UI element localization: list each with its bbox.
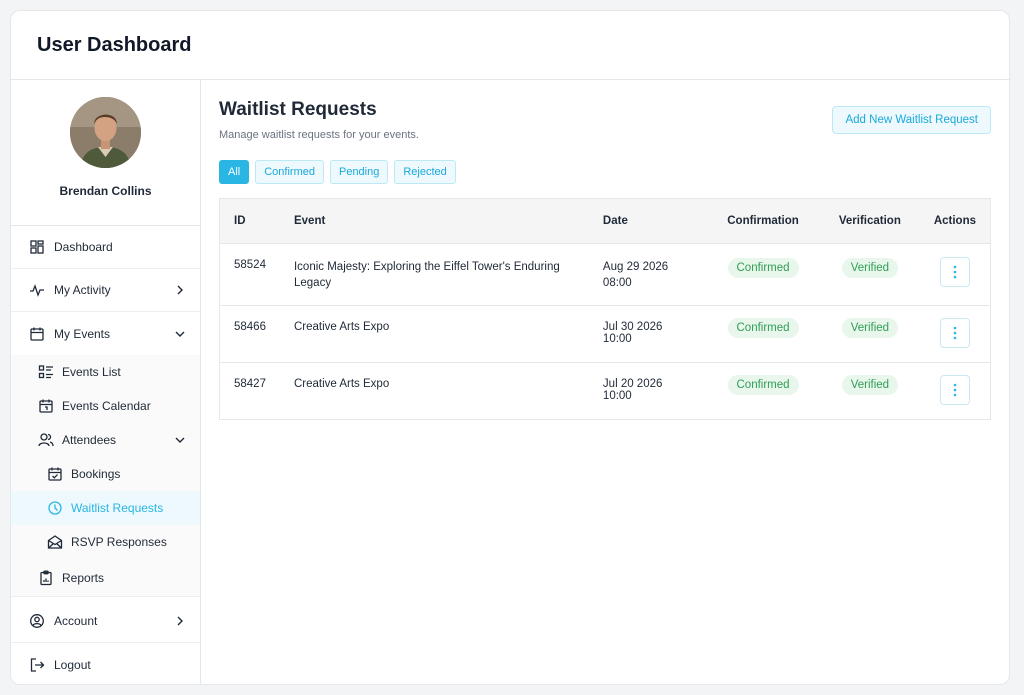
activity-pulse-icon bbox=[29, 282, 45, 298]
app-title: User Dashboard bbox=[37, 33, 192, 56]
sidebar-item-my-events[interactable]: My Events bbox=[11, 312, 200, 355]
calendar-check-icon bbox=[47, 466, 63, 482]
column-header-event[interactable]: Event bbox=[280, 199, 589, 243]
sidebar-item-label: My Activity bbox=[54, 283, 111, 297]
cell-verification: Verified bbox=[820, 362, 920, 419]
cell-actions bbox=[920, 243, 990, 305]
waitlist-table: ID Event Date Confirmation Verification … bbox=[219, 198, 991, 420]
sidebar: Brendan Collins Dashboard My Activity My… bbox=[11, 80, 201, 684]
top-bar: User Dashboard bbox=[11, 11, 1009, 80]
row-actions-button[interactable] bbox=[939, 317, 970, 348]
sidebar-item-dashboard[interactable]: Dashboard bbox=[11, 226, 200, 269]
my-events-submenu: Events List Events Calendar Attendees Bo… bbox=[11, 355, 200, 597]
cell-id: 58524 bbox=[234, 258, 266, 271]
user-circle-icon bbox=[29, 613, 45, 629]
sidebar-item-label: Waitlist Requests bbox=[71, 501, 164, 515]
clock-icon bbox=[47, 500, 63, 516]
filter-rejected[interactable]: Rejected bbox=[394, 160, 456, 184]
column-header-verification[interactable]: Verification bbox=[820, 199, 920, 243]
table-row[interactable]: 58524 Iconic Majesty: Exploring the Eiff… bbox=[220, 243, 990, 305]
filter-all[interactable]: All bbox=[219, 160, 250, 184]
sidebar-item-account[interactable]: Account bbox=[11, 600, 200, 643]
calendar-date-icon bbox=[38, 398, 54, 414]
confirmation-badge: Confirmed bbox=[727, 374, 799, 395]
sidebar-item-label: My Events bbox=[54, 326, 111, 341]
table-row[interactable]: 58466 Creative Arts Expo Jul 30 2026 10:… bbox=[220, 305, 990, 362]
sidebar-item-label: Reports bbox=[62, 570, 105, 585]
sidebar-item-label: RSVP Responses bbox=[71, 535, 167, 549]
cell-event: Creative Arts Expo bbox=[293, 320, 390, 333]
confirmation-badge: Confirmed bbox=[727, 317, 799, 338]
sidebar-item-events-calendar[interactable]: Events Calendar bbox=[11, 389, 200, 423]
sidebar-item-label: Events List bbox=[62, 365, 121, 379]
more-vertical-icon bbox=[953, 265, 957, 278]
sidebar-item-my-activity[interactable]: My Activity bbox=[11, 269, 200, 312]
chevron-right-icon bbox=[174, 284, 186, 296]
cell-confirmation: Confirmed bbox=[706, 305, 820, 362]
table-row[interactable]: 58427 Creative Arts Expo Jul 20 2026 10:… bbox=[220, 362, 990, 419]
sidebar-item-label: Logout bbox=[54, 657, 91, 672]
add-waitlist-request-button[interactable]: Add New Waitlist Request bbox=[832, 106, 991, 134]
app-body: Brendan Collins Dashboard My Activity My… bbox=[11, 80, 1009, 684]
sidebar-item-label: Bookings bbox=[71, 467, 121, 481]
list-icon bbox=[38, 364, 54, 380]
confirmation-badge: Confirmed bbox=[727, 257, 799, 278]
cell-confirmation: Confirmed bbox=[706, 362, 820, 419]
column-header-confirmation[interactable]: Confirmation bbox=[706, 199, 820, 243]
sidebar-item-rsvp-responses[interactable]: RSVP Responses bbox=[11, 525, 200, 559]
users-icon bbox=[38, 432, 54, 448]
logout-icon bbox=[29, 657, 45, 673]
filter-tabs: All Confirmed Pending Rejected bbox=[219, 160, 991, 184]
sidebar-item-label: Attendees bbox=[62, 433, 117, 447]
clipboard-report-icon bbox=[38, 570, 54, 586]
sidebar-item-logout[interactable]: Logout bbox=[11, 643, 200, 684]
row-actions-button[interactable] bbox=[939, 374, 970, 405]
sidebar-item-label: Account bbox=[54, 614, 98, 628]
sidebar-item-label: Events Calendar bbox=[62, 399, 151, 413]
row-actions-button[interactable] bbox=[939, 256, 970, 287]
main-content: Waitlist Requests Manage waitlist reques… bbox=[201, 80, 1009, 684]
verification-badge: Verified bbox=[841, 317, 899, 338]
sidebar-item-waitlist-requests[interactable]: Waitlist Requests bbox=[11, 491, 200, 525]
cell-verification: Verified bbox=[820, 243, 920, 305]
cell-actions bbox=[920, 362, 990, 419]
cell-date: Jul 30 2026 10:00 bbox=[602, 320, 663, 345]
sidebar-item-label: Dashboard bbox=[54, 240, 113, 254]
table-header-row: ID Event Date Confirmation Verification … bbox=[220, 199, 990, 243]
attendees-submenu: Bookings Waitlist Requests RSVP Response… bbox=[11, 457, 200, 559]
dashboard-grid-icon bbox=[29, 239, 45, 255]
cell-verification: Verified bbox=[820, 305, 920, 362]
sidebar-item-events-list[interactable]: Events List bbox=[11, 355, 200, 389]
sidebar-item-bookings[interactable]: Bookings bbox=[11, 457, 200, 491]
column-header-id[interactable]: ID bbox=[220, 199, 280, 243]
more-vertical-icon bbox=[953, 326, 957, 339]
cell-confirmation: Confirmed bbox=[706, 243, 820, 305]
filter-pending[interactable]: Pending bbox=[329, 160, 389, 184]
sidebar-item-attendees[interactable]: Attendees bbox=[11, 423, 200, 457]
chevron-right-icon bbox=[174, 615, 186, 627]
column-header-actions: Actions bbox=[933, 214, 976, 227]
cell-actions bbox=[920, 305, 990, 362]
filter-confirmed[interactable]: Confirmed bbox=[255, 160, 324, 184]
more-vertical-icon bbox=[953, 383, 957, 396]
avatar bbox=[70, 97, 141, 168]
app-window: User Dashboard Brendan Collins Dashboard… bbox=[10, 10, 1010, 685]
cell-event: Creative Arts Expo bbox=[293, 377, 390, 390]
profile-name: Brendan Collins bbox=[59, 184, 152, 198]
verification-badge: Verified bbox=[841, 257, 899, 278]
cell-event: Iconic Majesty: Exploring the Eiffel Tow… bbox=[293, 260, 560, 289]
envelope-open-icon bbox=[47, 534, 63, 550]
chevron-down-icon bbox=[174, 434, 186, 446]
calendar-icon bbox=[29, 326, 45, 342]
profile-panel: Brendan Collins bbox=[11, 80, 200, 226]
chevron-down-icon bbox=[174, 328, 186, 340]
cell-date: Aug 29 2026 08:00 bbox=[602, 260, 669, 289]
column-header-date[interactable]: Date bbox=[589, 199, 706, 243]
sidebar-item-reports[interactable]: Reports bbox=[11, 559, 200, 597]
cell-date: Jul 20 2026 10:00 bbox=[602, 377, 663, 402]
verification-badge: Verified bbox=[841, 374, 899, 395]
cell-id: 58427 bbox=[234, 377, 266, 390]
cell-id: 58466 bbox=[234, 320, 266, 333]
